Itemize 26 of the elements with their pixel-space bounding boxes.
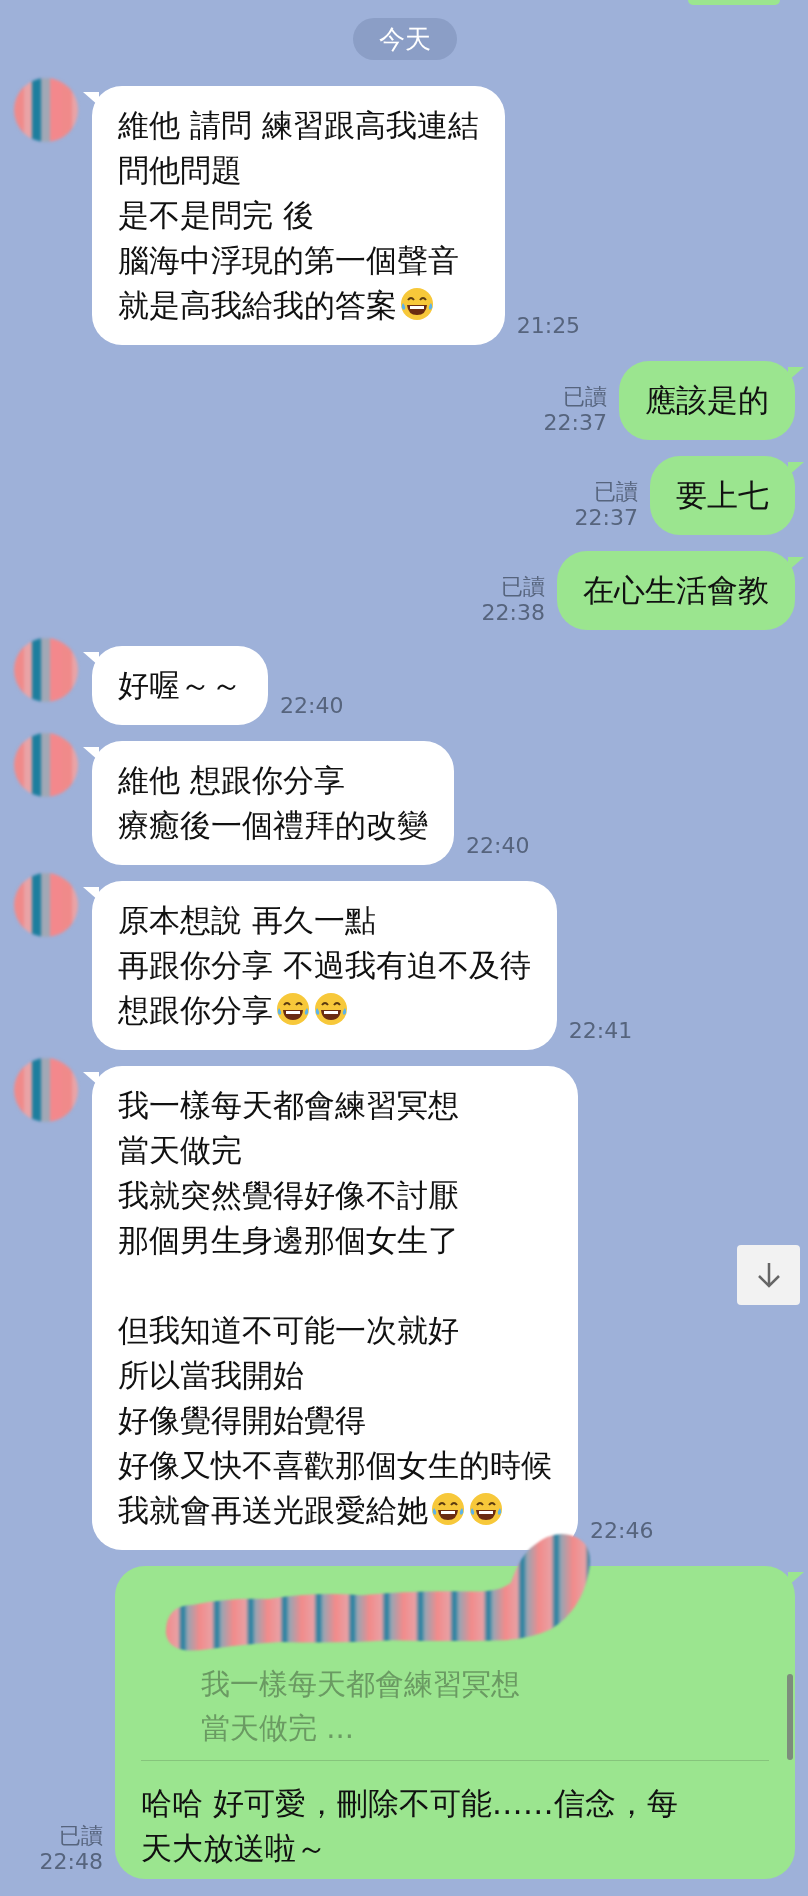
read-receipt: 已讀 <box>594 479 638 505</box>
message-time: 22:41 <box>568 1018 633 1044</box>
message-text: 但我知道不可能一次就好 所以當我開始 好像覺得開始覺得 好像又快不喜歡那個女生的時候 我就會再送光跟愛給她 <box>118 1311 552 1530</box>
read-receipt: 已讀 <box>563 384 607 410</box>
message-text: 維他 請問 練習跟高我連結 問他問題 是不是問完 後 腦海中浮現的第一個聲音 就是高我給我的答案 <box>118 106 479 325</box>
message-time: 22:48 <box>39 1849 103 1875</box>
message-text: 維他 想跟你分享 療癒後一個禮拜的改變 <box>118 761 428 845</box>
message-text: 要上七 <box>676 476 769 515</box>
message-text: 哈哈 好可愛，刪除不可能……信念，每 天大放送啦～ <box>141 1784 679 1868</box>
message-text: 在心生活會教 <box>583 571 769 610</box>
date-divider: 今天 <box>352 18 457 60</box>
quoted-message[interactable]: 我一樣每天都會練習冥想 當天做完 ... <box>141 1566 769 1761</box>
message-text: 原本想說 再久一點 再跟你分享 不過我有迫不及待 想跟你分享 <box>118 901 531 1030</box>
message-time: 22:40 <box>280 693 344 719</box>
quoted-text: 我一樣每天都會練習冥想 當天做完 ... <box>201 1666 521 1747</box>
message-text: 我一樣每天都會練習冥想 當天做完 我就突然覺得好像不討厭 那個男生身邊那個女生了 <box>118 1086 460 1260</box>
message-text: 好喔～～ <box>118 666 242 705</box>
message-text: 應該是的 <box>645 381 769 420</box>
read-receipt: 已讀 <box>501 574 545 600</box>
read-receipt: 已讀 <box>59 1823 103 1849</box>
message-time: 21:25 <box>516 313 581 339</box>
message-time: 22:38 <box>481 600 545 626</box>
message-time: 22:46 <box>590 1518 654 1544</box>
message-time: 22:37 <box>574 505 638 531</box>
message-time: 22:40 <box>466 833 530 859</box>
message-time: 22:37 <box>543 410 607 436</box>
